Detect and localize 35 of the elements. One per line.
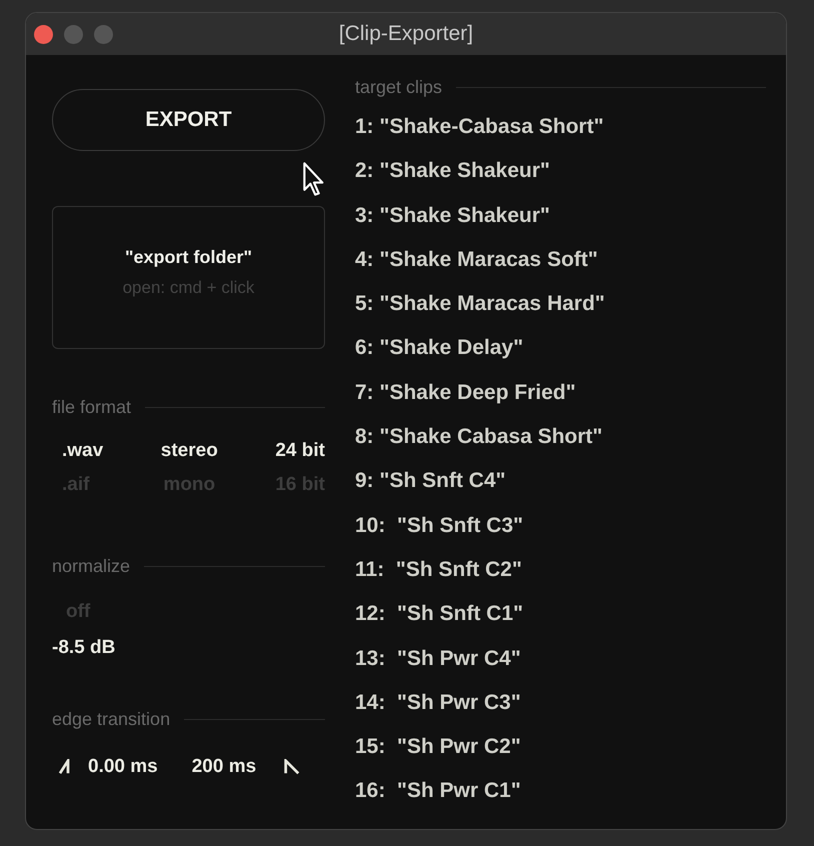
fade-out-value[interactable]: 200 ms [192, 756, 256, 778]
format-option[interactable]: .wav [62, 440, 104, 462]
fade-out-icon [284, 759, 300, 775]
mouse-pointer-icon [302, 161, 326, 197]
clip-item[interactable]: 15: "Sh Pwr C2" [355, 732, 521, 776]
clip-item[interactable]: 7: "Shake Deep Fried" [355, 378, 576, 422]
clip-item[interactable]: 5: "Shake Maracas Hard" [355, 289, 605, 334]
section-heading: file format [52, 397, 132, 418]
clip-item[interactable]: 2: "Shake Shakeur" [355, 156, 550, 201]
clip-item[interactable]: 8: "Shake Cabasa Short" [355, 422, 602, 466]
zoom-button[interactable] [94, 25, 113, 44]
section-heading: normalize [52, 556, 130, 577]
clip-item[interactable]: 16: "Sh Pwr C1" [355, 776, 521, 821]
clip-item[interactable]: 14: "Sh Pwr C3" [355, 688, 521, 732]
section-heading: edge transition [52, 709, 170, 730]
format-option[interactable]: 24 bit [275, 440, 325, 462]
clip-item[interactable]: 13: "Sh Pwr C4" [355, 644, 521, 688]
fade-in-icon [58, 759, 70, 775]
folder-name: "export folder" [124, 247, 252, 268]
clip-item[interactable]: 10: "Sh Snft C3" [355, 510, 524, 555]
minimize-button[interactable] [64, 25, 83, 44]
clip-item[interactable]: 3: "Shake Shakeur" [355, 200, 550, 245]
clip-item[interactable]: 11: "Sh Snft C2" [355, 554, 522, 600]
clip-item[interactable]: 6: "Shake Delay" [355, 333, 524, 378]
export-button[interactable]: EXPORT [52, 89, 325, 151]
window-title: [Clip-Exporter] [338, 22, 474, 46]
format-option[interactable]: stereo [160, 440, 218, 462]
section-heading: target clips [355, 77, 442, 98]
normalize-option[interactable]: -8.5 dB [52, 637, 116, 659]
fade-in-value[interactable]: 0.00 ms [88, 756, 158, 778]
clip-item[interactable]: 4: "Shake Maracas Soft" [355, 244, 598, 290]
close-button[interactable] [34, 25, 53, 44]
clip-item[interactable]: 9: "Sh Snft C4" [355, 466, 506, 511]
clip-item[interactable]: 12: "Sh Snft C1" [355, 599, 524, 644]
clip-item[interactable]: 1: "Shake-Cabasa Short" [355, 112, 604, 156]
